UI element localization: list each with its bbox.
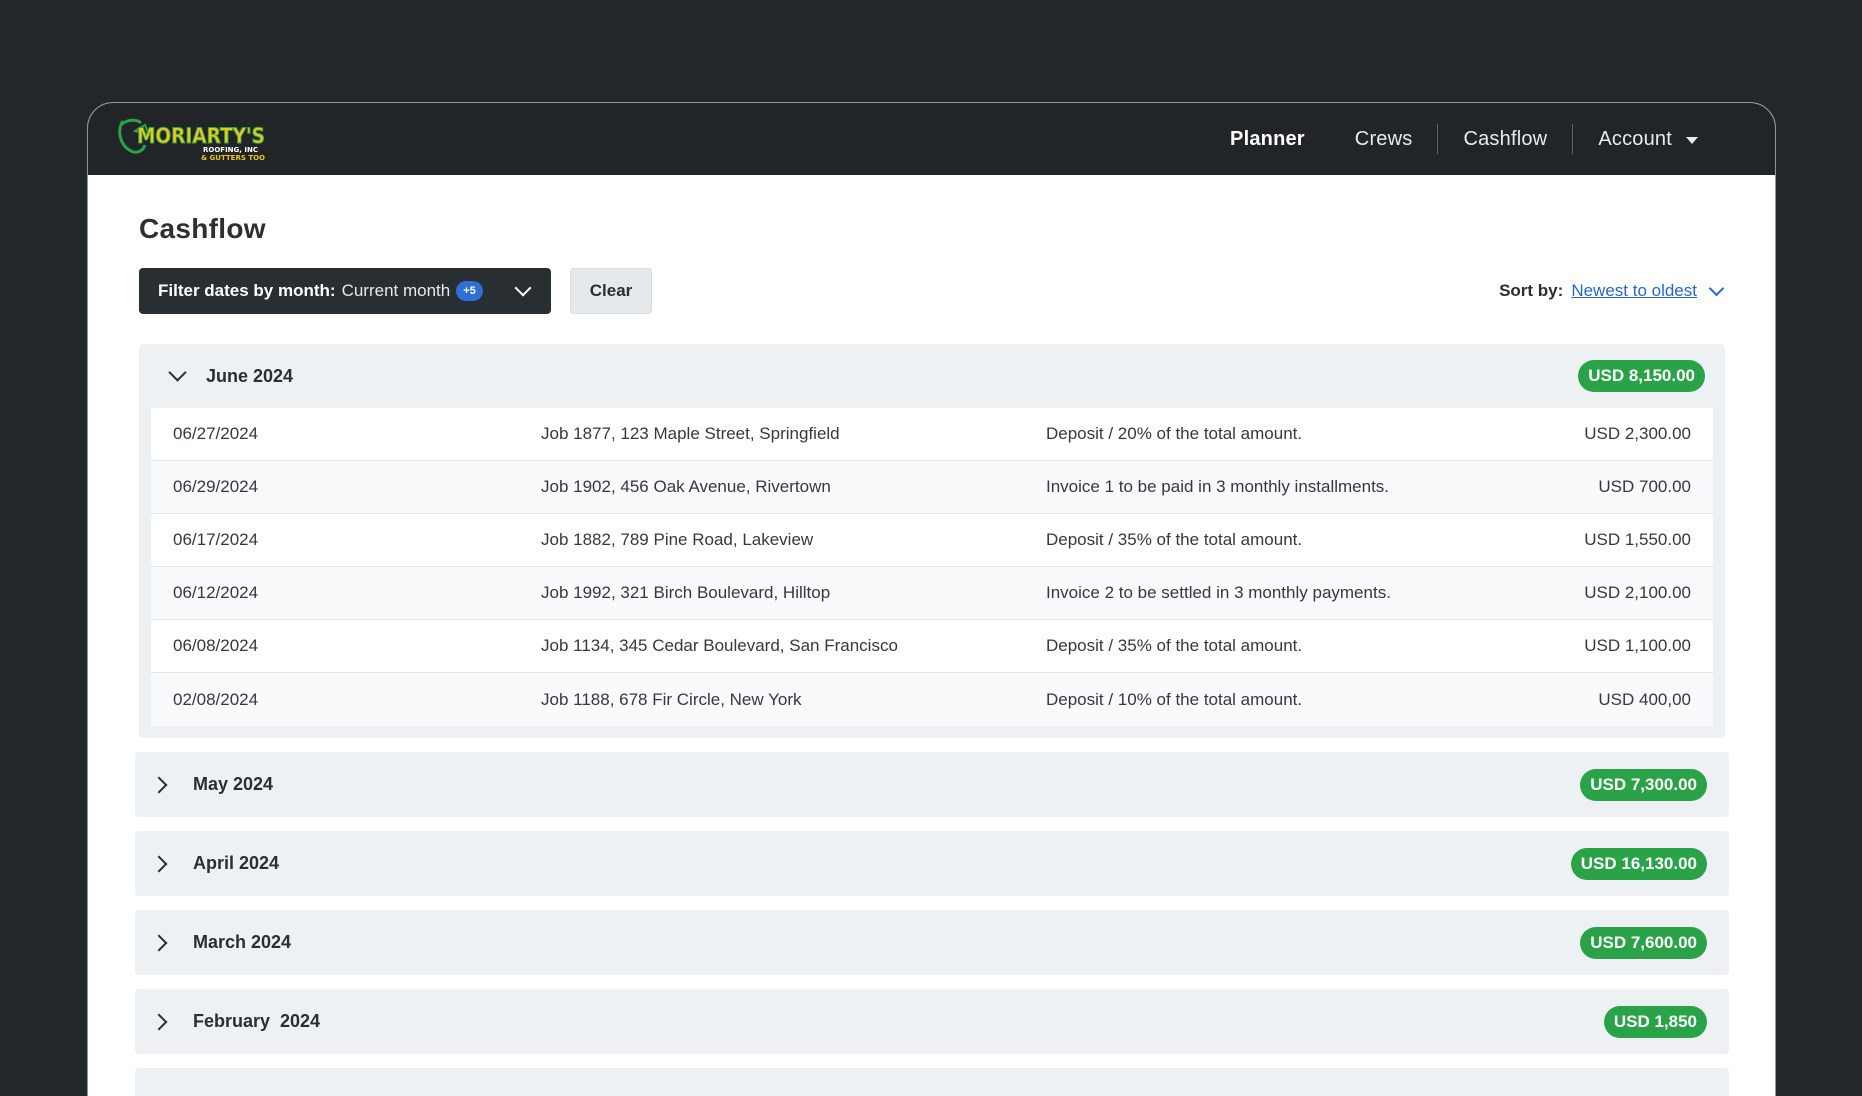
transaction-job: Job 1882, 789 Pine Road, Lakeview [541,530,814,549]
month-group-header[interactable]: February 2024 USD 1,850 [135,989,1707,1054]
transaction-row[interactable]: 06/29/2024 Job 1902, 456 Oak Avenue, Riv… [151,461,1713,514]
chevron-right-icon [150,855,168,872]
month-group-header[interactable]: March 2024 USD 7,600.00 [135,910,1707,975]
nav-crews[interactable]: Crews [1330,124,1438,154]
transaction-amount: USD 2,100.00 [1584,583,1691,602]
page-title: Cashflow [139,213,266,244]
transaction-description: Invoice 2 to be settled in 3 monthly pay… [1046,583,1391,602]
transaction-description: Deposit / 35% of the total amount. [1046,530,1303,549]
nav-planner[interactable]: Planner [1205,124,1330,154]
month-group-march: March 2024 USD 7,600.00 [135,910,1729,975]
transaction-date: 06/12/2024 [173,583,259,602]
transaction-amount: USD 2,300.00 [1584,424,1691,443]
transaction-row[interactable]: 06/27/2024 Job 1877, 123 Maple Street, S… [151,408,1713,461]
month-filter-dropdown[interactable]: Filter dates by month: Current month +5 [139,268,551,314]
transaction-description: Deposit / 20% of the total amount. [1046,424,1303,443]
filter-value: Current month [341,281,451,300]
toolbar-left: Filter dates by month: Current month +5 … [139,268,652,314]
logo-graphic: MORIARTY'S ROOFING, INC & GUTTERS TOO! [118,118,268,162]
sort-control: Sort by: Newest to oldest [1499,280,1725,301]
chevron-down-icon [168,363,187,382]
transaction-amount: USD 400,00 [1598,689,1691,709]
chevron-down-icon [514,279,532,297]
month-group-next [135,1068,1729,1096]
transaction-date: 02/08/2024 [173,689,259,709]
transaction-amount: USD 700.00 [1598,477,1691,496]
chevron-right-icon [150,776,168,793]
transaction-row[interactable]: 06/08/2024 Job 1134, 345 Cedar Boulevard… [151,620,1713,673]
transaction-date: 06/08/2024 [173,636,259,655]
svg-text:ROOFING, INC: ROOFING, INC [203,146,258,154]
month-group-header[interactable]: June 2024 USD 8,150.00 [151,344,1713,408]
month-group-header[interactable]: April 2024 USD 16,130.00 [135,831,1707,896]
transaction-amount: USD 1,550.00 [1584,530,1691,549]
transaction-job: Job 1188, 678 Fir Circle, New York [541,689,802,709]
nav-account[interactable]: Account [1573,124,1723,154]
clear-button[interactable]: Clear [570,268,652,314]
transaction-job: Job 1877, 123 Maple Street, Springfield [541,424,840,443]
transactions-list: 06/27/2024 Job 1877, 123 Maple Street, S… [151,408,1713,726]
transaction-job: Job 1134, 345 Cedar Boulevard, San Franc… [541,636,898,655]
transaction-date: 06/29/2024 [173,477,259,496]
month-total-badge: USD 16,130.00 [1570,847,1707,880]
chevron-right-icon [150,934,168,951]
caret-down-icon [1686,136,1698,144]
month-group-june: June 2024 USD 8,150.00 06/27/2024 Job 18… [139,344,1725,738]
main-nav: Planner Crews Cashflow Account [1205,103,1723,175]
transaction-job: Job 1992, 321 Birch Boulevard, Hilltop [541,583,831,602]
transaction-row[interactable]: 06/12/2024 Job 1992, 321 Birch Boulevard… [151,567,1713,620]
month-group-header[interactable]: May 2024 USD 7,300.00 [135,752,1707,817]
svg-text:MORIARTY'S: MORIARTY'S [137,124,265,148]
chevron-down-icon[interactable] [1708,280,1725,296]
transaction-description: Deposit / 10% of the total amount. [1046,689,1303,709]
transaction-description: Deposit / 35% of the total amount. [1046,636,1303,655]
svg-text:& GUTTERS TOO!: & GUTTERS TOO! [201,154,265,162]
chevron-right-icon [150,1013,168,1030]
filter-count-badge: +5 [456,281,483,301]
transaction-date: 06/17/2024 [173,530,259,549]
transaction-row[interactable]: 02/08/2024 Job 1188, 678 Fir Circle, New… [151,673,1713,726]
month-total-badge: USD 7,300.00 [1580,768,1707,801]
sort-dropdown-link[interactable]: Newest to oldest [1571,281,1697,301]
company-logo[interactable]: MORIARTY'S ROOFING, INC & GUTTERS TOO! [115,111,268,167]
transaction-row[interactable]: 06/17/2024 Job 1882, 789 Pine Road, Lake… [151,514,1713,567]
month-group-title: June 2024 [206,365,294,386]
month-total-badge: USD 7,600.00 [1580,926,1707,959]
month-group-title: March 2024 [193,932,292,952]
transaction-date: 06/27/2024 [173,424,259,443]
sort-label: Sort by: [1499,281,1564,300]
filter-label: Filter dates by month: [158,281,336,300]
main-content: Cashflow Filter dates by month: Current … [88,175,1775,1096]
transaction-description: Invoice 1 to be paid in 3 monthly instal… [1046,477,1390,496]
month-group-february: February 2024 USD 1,850 [135,989,1729,1054]
month-group-april: April 2024 USD 16,130.00 [135,831,1729,896]
nav-account-label: Account [1598,127,1672,150]
filter-toolbar: Filter dates by month: Current month +5 … [139,268,1725,314]
month-total-badge: USD 1,850 [1603,1005,1707,1038]
month-group-may: May 2024 USD 7,300.00 [135,752,1729,817]
top-navbar: MORIARTY'S ROOFING, INC & GUTTERS TOO! P… [88,103,1775,175]
app-window: MORIARTY'S ROOFING, INC & GUTTERS TOO! P… [87,102,1776,1096]
transaction-job: Job 1902, 456 Oak Avenue, Rivertown [541,477,831,496]
month-group-title: May 2024 [193,774,274,794]
month-group-title: February 2024 [193,1011,321,1031]
month-group-title: April 2024 [193,853,280,873]
month-total-badge: USD 8,150.00 [1578,360,1705,392]
transaction-amount: USD 1,100.00 [1584,636,1691,655]
nav-cashflow[interactable]: Cashflow [1438,124,1572,154]
